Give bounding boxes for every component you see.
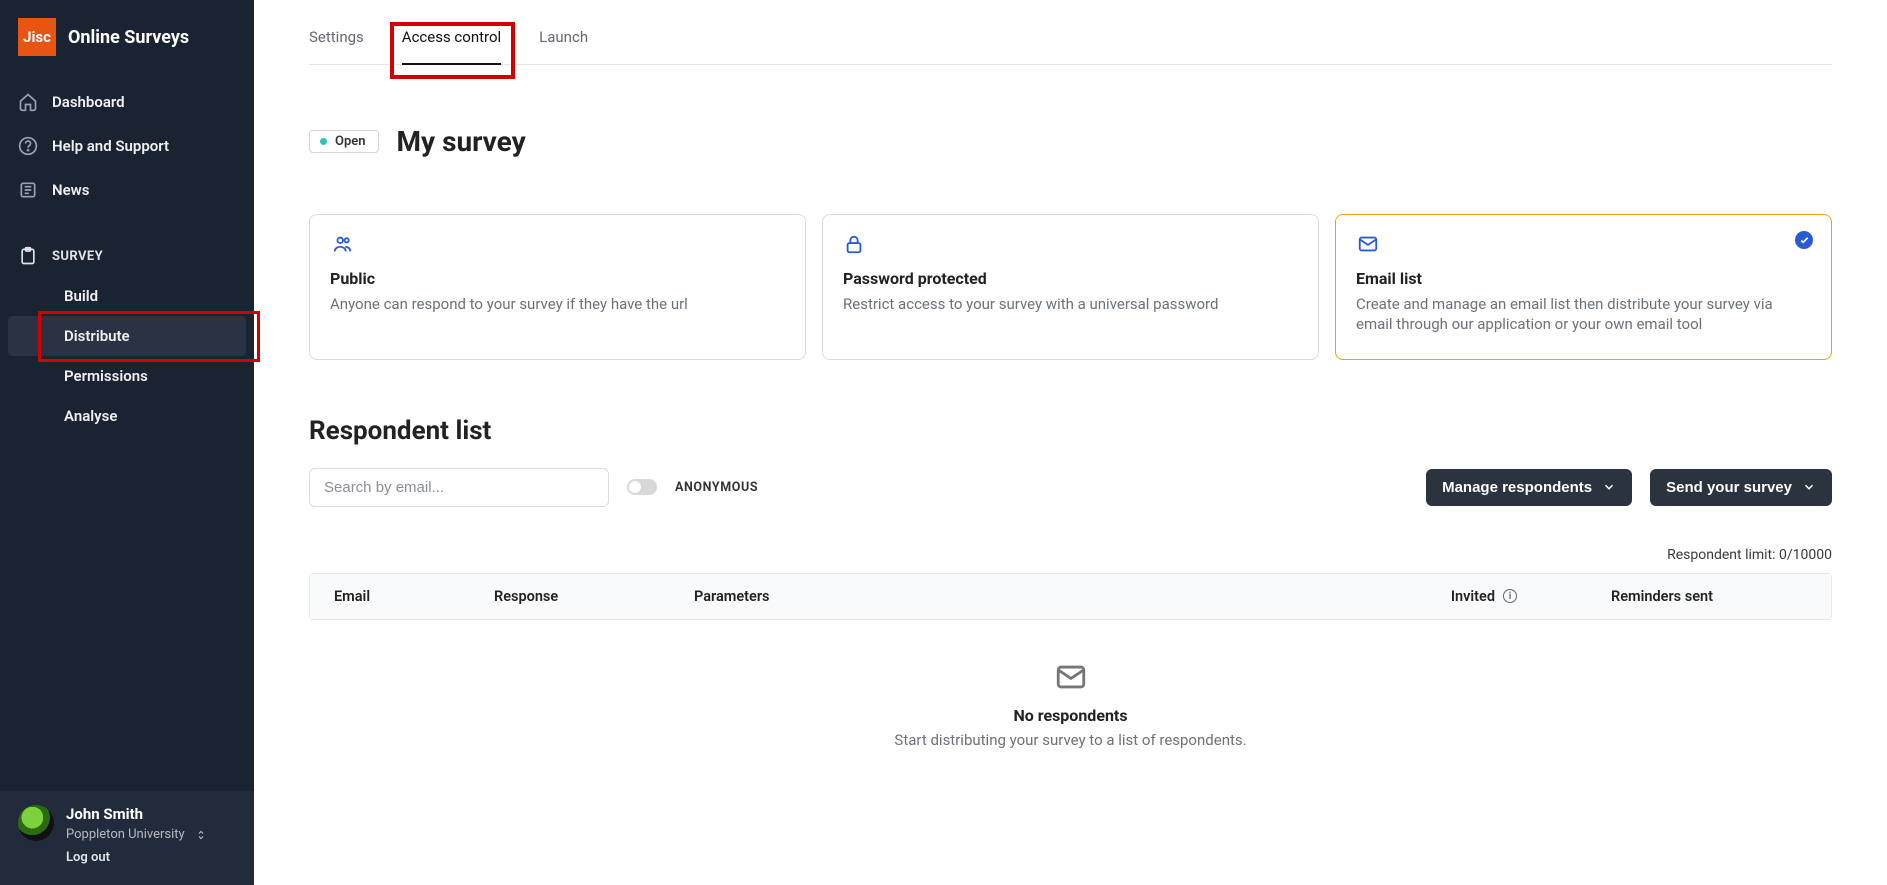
page-head: Open My survey [309,125,1832,158]
highlight-access-control [390,22,515,79]
th-invited: Invited i [994,588,1517,605]
nav-section-head-survey: SURVEY [0,236,254,276]
anonymous-toggle[interactable] [627,479,657,495]
subnav-item-distribute[interactable]: Distribute [8,316,246,356]
tabs: Settings Access control Launch [309,0,1832,65]
send-survey-label: Send your survey [1666,479,1792,496]
nav-section-label: SURVEY [52,249,103,264]
help-icon [18,136,38,156]
lock-icon [843,233,867,257]
news-icon [18,180,38,200]
respondent-toolbar: ANONYMOUS Manage respondents Send your s… [309,468,1832,507]
mail-icon [1356,233,1380,257]
table-header: Email Response Parameters Invited i Remi… [310,574,1831,619]
manage-respondents-button[interactable]: Manage respondents [1426,469,1632,506]
account-card: John Smith Poppleton University Log out [0,791,254,885]
tab-launch[interactable]: Launch [539,28,588,64]
card-email-title: Email list [1356,269,1811,288]
nav-item-dashboard[interactable]: Dashboard [0,80,254,124]
nav-label-help: Help and Support [52,137,169,155]
survey-subnav: Build Distribute Permissions Analyse [0,276,254,436]
th-reminders: Reminders sent [1517,588,1807,605]
respondent-table: Email Response Parameters Invited i Remi… [309,573,1832,620]
chevron-down-icon [1802,480,1816,494]
account-org-row[interactable]: Poppleton University [66,827,236,842]
users-icon [330,233,354,257]
sort-icon [195,829,207,841]
nav-item-news[interactable]: News [0,168,254,212]
account-name: John Smith [66,805,236,823]
empty-desc: Start distributing your survey to a list… [309,731,1832,749]
respondent-limit: Respondent limit: 0/10000 [309,547,1832,563]
avatar [18,805,54,841]
sidebar: Jisc Online Surveys Dashboard Help and S… [0,0,254,885]
status-dot-icon [320,138,327,145]
card-password-desc: Restrict access to your survey with a un… [843,294,1298,314]
th-parameters: Parameters [694,588,994,605]
brand-name: Online Surveys [68,27,189,48]
chevron-down-icon [1602,480,1616,494]
nav-section-survey: SURVEY Build Distribute Permissions Anal… [0,236,254,436]
logout-link[interactable]: Log out [66,850,236,865]
subnav-item-permissions[interactable]: Permissions [0,356,254,396]
card-password-title: Password protected [843,269,1298,288]
search-input[interactable] [309,468,609,507]
card-public[interactable]: Public Anyone can respond to your survey… [309,214,806,360]
subnav-item-build[interactable]: Build [0,276,254,316]
respondent-section-title: Respondent list [309,416,1832,446]
card-public-title: Public [330,269,785,288]
nav-label-dashboard: Dashboard [52,93,125,111]
account-org: Poppleton University [66,827,185,842]
status-text: Open [335,134,366,149]
empty-state: No respondents Start distributing your s… [309,620,1832,781]
nav-label-news: News [52,181,89,199]
clipboard-icon [18,246,38,266]
main: Settings Access control Launch Open My s… [254,0,1887,885]
tab-access-control[interactable]: Access control [402,28,501,64]
subnav-item-distribute-wrap: Distribute [0,316,254,356]
status-badge: Open [309,130,379,153]
anonymous-label: ANONYMOUS [675,480,758,495]
th-email: Email [334,588,494,605]
card-email-desc: Create and manage an email list then dis… [1356,294,1811,335]
send-survey-button[interactable]: Send your survey [1650,469,1832,506]
empty-title: No respondents [309,706,1832,725]
th-response: Response [494,588,694,605]
subnav-item-analyse[interactable]: Analyse [0,396,254,436]
home-icon [18,92,38,112]
info-icon[interactable]: i [1503,589,1517,603]
primary-nav: Dashboard Help and Support News [0,80,254,212]
page-title: My survey [397,125,526,158]
card-email[interactable]: Email list Create and manage an email li… [1335,214,1832,360]
access-cards: Public Anyone can respond to your survey… [309,214,1832,360]
tab-settings[interactable]: Settings [309,28,364,64]
account-info: John Smith Poppleton University Log out [66,805,236,865]
th-invited-label: Invited [1451,588,1495,605]
nav-item-help[interactable]: Help and Support [0,124,254,168]
check-icon [1795,231,1813,249]
brand-logo: Jisc [18,18,56,56]
mail-icon [1054,660,1088,694]
brand: Jisc Online Surveys [0,0,254,80]
card-public-desc: Anyone can respond to your survey if the… [330,294,785,314]
card-password[interactable]: Password protected Restrict access to yo… [822,214,1319,360]
manage-respondents-label: Manage respondents [1442,479,1592,496]
